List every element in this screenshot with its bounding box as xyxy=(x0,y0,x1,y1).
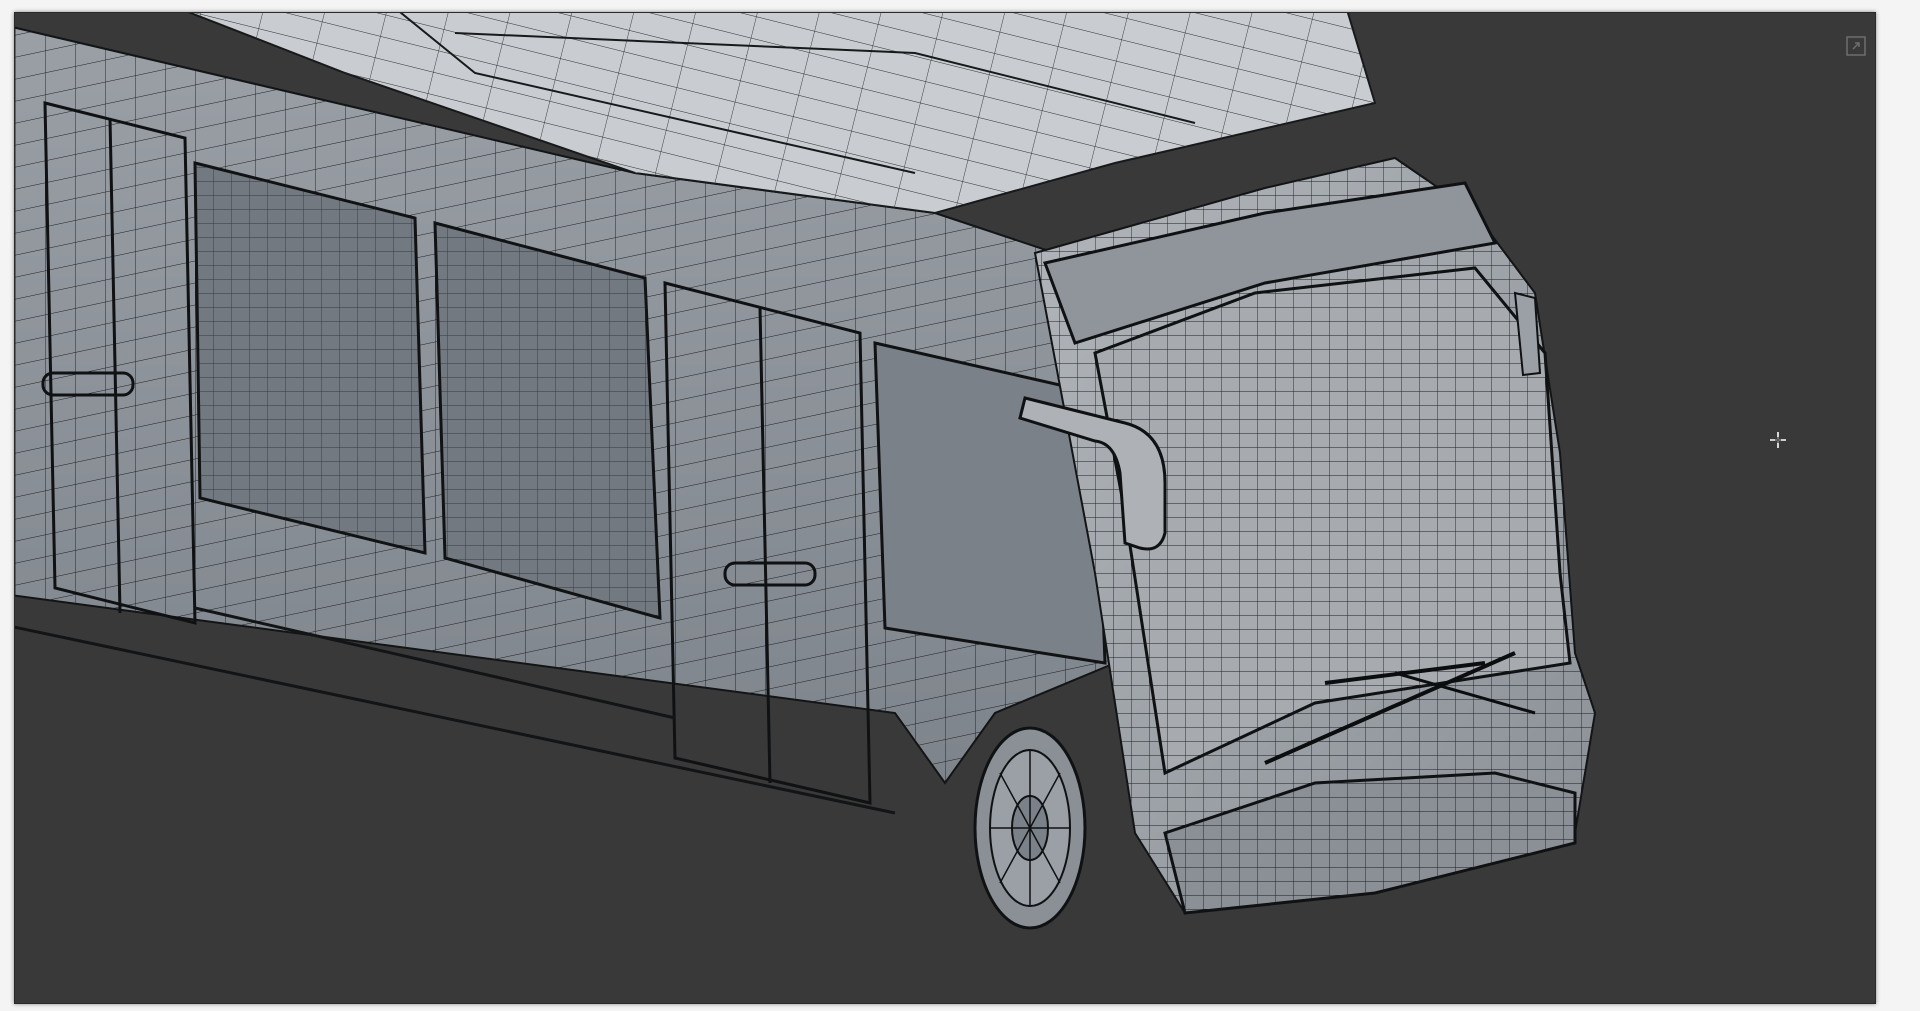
bus-front xyxy=(1033,156,1597,915)
front-wheel xyxy=(973,726,1087,930)
bus-wireframe-model[interactable] xyxy=(15,13,1875,1003)
maximize-viewport-icon[interactable] xyxy=(1845,35,1867,57)
app-window xyxy=(0,0,1920,1011)
crosshair-cursor-icon xyxy=(1770,432,1786,448)
3d-viewport[interactable] xyxy=(14,12,1876,1004)
